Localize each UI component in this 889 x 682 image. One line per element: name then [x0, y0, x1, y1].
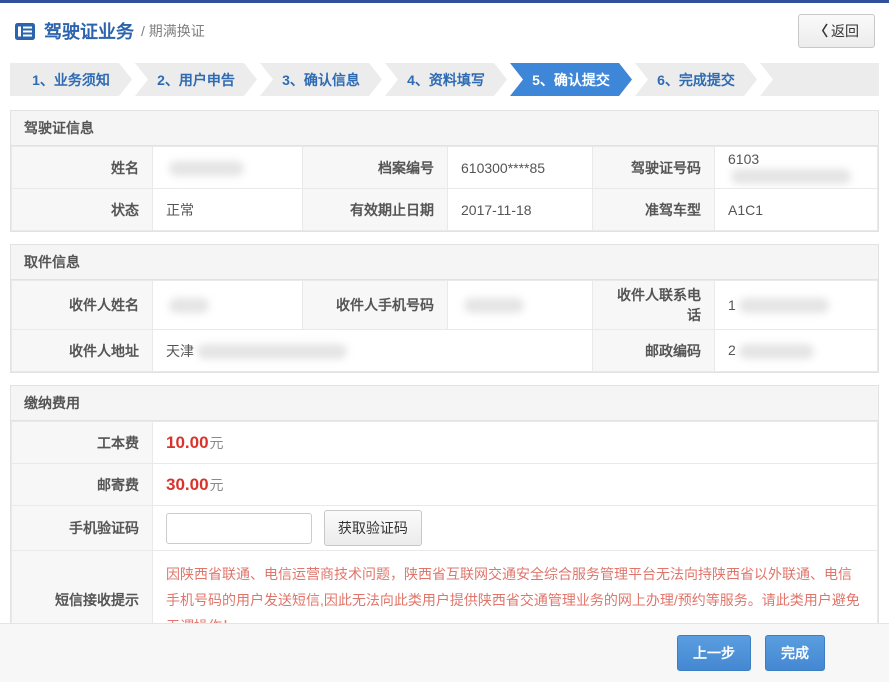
fees-title: 缴纳费用	[11, 386, 878, 421]
sms-code-cell: 获取验证码	[153, 506, 878, 551]
footer-action-bar: 上一步 完成	[0, 623, 889, 682]
license-info-section: 驾驶证信息 姓名 档案编号 610300****85 驾驶证号码 6103 状态…	[10, 110, 879, 232]
table-row: 工本费 10.00元	[12, 422, 878, 464]
page-header: 驾驶证业务 / 期满换证 〈返回	[0, 3, 889, 57]
postcode-value: 2	[715, 330, 878, 372]
chevron-left-icon: 〈	[814, 23, 828, 39]
recipient-name-value	[153, 281, 303, 330]
fees-section: 缴纳费用 工本费 10.00元 邮寄费 30.00元 手机验证码 获取验证码 短…	[10, 385, 879, 651]
expiry-date-label: 有效期止日期	[303, 189, 448, 231]
work-fee-value: 10.00元	[153, 422, 878, 464]
license-no-label: 驾驶证号码	[593, 147, 715, 189]
recipient-phone-label: 收件人联系电话	[593, 281, 715, 330]
license-info-title: 驾驶证信息	[11, 111, 878, 146]
step-1-business-notice[interactable]: 1、业务须知	[10, 63, 132, 96]
redacted-blur	[739, 344, 814, 359]
table-row: 收件人姓名 收件人手机号码 收件人联系电话 1	[12, 281, 878, 330]
sms-code-label: 手机验证码	[12, 506, 153, 551]
recipient-mobile-label: 收件人手机号码	[303, 281, 448, 330]
license-info-table: 姓名 档案编号 610300****85 驾驶证号码 6103 状态 正常 有效…	[11, 146, 878, 231]
vehicle-class-label: 准驾车型	[593, 189, 715, 231]
work-fee-unit: 元	[210, 435, 224, 451]
step-2-user-declaration[interactable]: 2、用户申告	[135, 63, 257, 96]
expiry-date-value: 2017-11-18	[448, 189, 593, 231]
finish-button[interactable]: 完成	[765, 635, 825, 671]
archive-no-label: 档案编号	[303, 147, 448, 189]
redacted-blur	[169, 298, 209, 313]
step-6-complete-submit[interactable]: 6、完成提交	[635, 63, 757, 96]
redacted-blur	[169, 161, 244, 176]
mail-fee-label: 邮寄费	[12, 464, 153, 506]
redacted-blur	[197, 344, 347, 359]
table-row: 手机验证码 获取验证码	[12, 506, 878, 551]
recipient-address-label: 收件人地址	[12, 330, 153, 372]
mail-fee-value: 30.00元	[153, 464, 878, 506]
recipient-name-label: 收件人姓名	[12, 281, 153, 330]
step-bar-filler	[760, 63, 879, 96]
vehicle-class-value: A1C1	[715, 189, 878, 231]
status-value: 正常	[153, 189, 303, 231]
mail-fee-amount: 30.00	[166, 475, 209, 494]
sms-code-input[interactable]	[166, 513, 312, 544]
mail-fee-unit: 元	[210, 477, 224, 493]
back-button[interactable]: 〈返回	[798, 14, 875, 48]
get-sms-code-button[interactable]: 获取验证码	[324, 510, 422, 546]
status-label: 状态	[12, 189, 153, 231]
page-subtitle: / 期满换证	[141, 21, 205, 41]
table-row: 邮寄费 30.00元	[12, 464, 878, 506]
previous-step-button[interactable]: 上一步	[677, 635, 751, 671]
step-3-confirm-info[interactable]: 3、确认信息	[260, 63, 382, 96]
license-no-value: 6103	[715, 147, 878, 189]
table-row: 收件人地址 天津 邮政编码 2	[12, 330, 878, 372]
pickup-info-table: 收件人姓名 收件人手机号码 收件人联系电话 1 收件人地址 天津 邮政编码 2	[11, 280, 878, 372]
breadcrumb: 驾驶证业务 / 期满换证	[14, 18, 205, 44]
fees-table: 工本费 10.00元 邮寄费 30.00元 手机验证码 获取验证码 短信接收提示…	[11, 421, 878, 650]
pickup-info-title: 取件信息	[11, 245, 878, 280]
step-4-fill-data[interactable]: 4、资料填写	[385, 63, 507, 96]
table-row: 状态 正常 有效期止日期 2017-11-18 准驾车型 A1C1	[12, 189, 878, 231]
recipient-address-value: 天津	[153, 330, 593, 372]
step-5-confirm-submit[interactable]: 5、确认提交	[510, 63, 632, 96]
redacted-blur	[464, 298, 524, 313]
form-list-icon	[14, 22, 36, 41]
recipient-mobile-value	[448, 281, 593, 330]
redacted-blur	[731, 169, 851, 184]
step-wizard: 1、业务须知 2、用户申告 3、确认信息 4、资料填写 5、确认提交 6、完成提…	[10, 63, 879, 96]
name-value	[153, 147, 303, 189]
back-button-label: 返回	[831, 23, 859, 39]
page-title: 驾驶证业务	[44, 18, 134, 44]
table-row: 姓名 档案编号 610300****85 驾驶证号码 6103	[12, 147, 878, 189]
recipient-phone-value: 1	[715, 281, 878, 330]
pickup-info-section: 取件信息 收件人姓名 收件人手机号码 收件人联系电话 1 收件人地址 天津 邮政…	[10, 244, 879, 373]
work-fee-label: 工本费	[12, 422, 153, 464]
name-label: 姓名	[12, 147, 153, 189]
postcode-label: 邮政编码	[593, 330, 715, 372]
work-fee-amount: 10.00	[166, 433, 209, 452]
archive-no-value: 610300****85	[448, 147, 593, 189]
redacted-blur	[739, 298, 829, 313]
